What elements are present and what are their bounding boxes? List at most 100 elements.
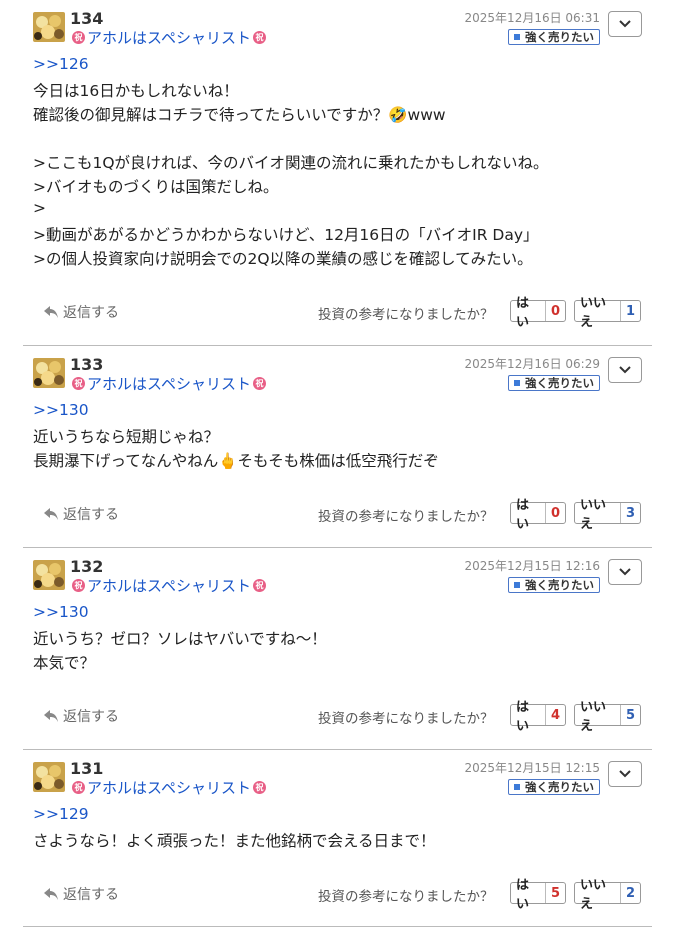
post-divider [23, 345, 652, 346]
post-menu-button[interactable] [608, 559, 642, 585]
helpful-question: 投資の参考になりましたか？ [318, 889, 494, 905]
avatar[interactable] [33, 762, 65, 792]
avatar[interactable] [33, 358, 65, 388]
stance-badge: 強く売りたい [508, 29, 600, 45]
body-line: >の個人投資家向け説明会での2Q以降の業績の感じを確認してみたい。 [33, 250, 533, 268]
body-line: 本気で？ [33, 654, 96, 672]
post-menu-button[interactable] [608, 761, 642, 787]
vote-yes-button[interactable]: はい 0 [510, 498, 566, 532]
celebrate-icon: 祝 [252, 31, 266, 44]
body-line: 近いうち？ゼロ？ソレはヤバいですね～！ [33, 630, 327, 648]
vote-yes-count: 0 [550, 505, 560, 521]
anchor-link[interactable]: >>130 [33, 401, 89, 419]
stance-label: 強く売りたい [525, 578, 594, 592]
stance-badge: 強く売りたい [508, 779, 600, 795]
reply-label: 返信する [63, 507, 119, 523]
avatar[interactable] [33, 12, 65, 42]
post-menu-button[interactable] [608, 357, 642, 383]
post-date: 2025年12月15日 12:15 [464, 761, 600, 775]
author-name[interactable]: アホルはスペシャリスト [87, 575, 251, 596]
vote-no-label: いいえ [575, 498, 621, 532]
avatar[interactable] [33, 560, 65, 590]
vote-yes-count: 0 [550, 303, 560, 319]
body-line: 長期瀑下げってなんやねん🖕そもそも株価は低空飛行だぞ [33, 452, 439, 470]
stance-dot-icon [514, 380, 520, 386]
post-date: 2025年12月16日 06:31 [464, 11, 600, 25]
reply-arrow-icon [44, 508, 58, 520]
chevron-down-icon [619, 366, 631, 374]
chevron-down-icon [619, 20, 631, 28]
stance-badge: 強く売りたい [508, 375, 600, 391]
anchor-link[interactable]: >>129 [33, 805, 89, 823]
body-line: 確認後の御見解はコチラで待ってたらいいですか？🤣www [33, 106, 446, 124]
post-number: 131 [70, 759, 104, 778]
vote-no-label: いいえ [575, 700, 621, 734]
reply-arrow-icon [44, 888, 58, 900]
anchor-link[interactable]: >>126 [33, 55, 89, 73]
vote-no-count: 5 [625, 707, 635, 723]
reply-label: 返信する [63, 709, 119, 725]
author-link[interactable]: 祝 アホルはスペシャリスト 祝 [72, 575, 266, 596]
celebrate-icon: 祝 [252, 377, 266, 390]
vote-no-button[interactable]: いいえ 3 [574, 498, 641, 532]
post-number: 133 [70, 355, 104, 374]
vote-yes-count: 4 [550, 707, 560, 723]
reply-button[interactable]: 返信する [43, 504, 119, 524]
vote-no-count: 3 [625, 505, 635, 521]
stance-label: 強く売りたい [525, 376, 594, 390]
author-link[interactable]: 祝 アホルはスペシャリスト 祝 [72, 27, 266, 48]
vote-yes-button[interactable]: はい 5 [510, 878, 566, 912]
body-line: 今日は16日かもしれないね！ [33, 82, 239, 100]
post-divider [23, 547, 652, 548]
celebrate-icon: 祝 [72, 579, 85, 592]
author-link[interactable]: 祝 アホルはスペシャリスト 祝 [72, 777, 266, 798]
vote-no-button[interactable]: いいえ 1 [574, 296, 641, 330]
post-menu-button[interactable] [608, 11, 642, 37]
stance-dot-icon [514, 784, 520, 790]
anchor-link[interactable]: >>130 [33, 603, 89, 621]
reply-arrow-icon [44, 306, 58, 318]
author-name[interactable]: アホルはスペシャリスト [87, 373, 251, 394]
vote-no-label: いいえ [575, 296, 621, 330]
vote-yes-button[interactable]: はい 4 [510, 700, 566, 734]
post-number: 132 [70, 557, 104, 576]
vote-yes-button[interactable]: はい 0 [510, 296, 566, 330]
post-date: 2025年12月16日 06:29 [464, 357, 600, 371]
author-name[interactable]: アホルはスペシャリスト [87, 27, 251, 48]
vote-yes-label: はい [511, 878, 546, 912]
celebrate-icon: 祝 [252, 579, 266, 592]
vote-yes-label: はい [511, 700, 546, 734]
post-divider [23, 926, 652, 927]
celebrate-icon: 祝 [72, 377, 85, 390]
vote-yes-label: はい [511, 498, 546, 532]
body-line: >ここも1Qが良ければ、今のバイオ関連の流れに乗れたかもしれないね。 [33, 154, 549, 172]
post-number: 134 [70, 9, 104, 28]
vote-no-count: 2 [625, 885, 635, 901]
vote-yes-label: はい [511, 296, 546, 330]
body-line: > [33, 199, 46, 217]
body-line: >動画があがるかどうかわからないけど、12月16日の「バイオIR Day」 [33, 226, 539, 244]
reply-label: 返信する [63, 887, 119, 903]
stance-dot-icon [514, 34, 520, 40]
chevron-down-icon [619, 770, 631, 778]
post-date: 2025年12月15日 12:16 [464, 559, 600, 573]
reply-label: 返信する [63, 305, 119, 321]
stance-label: 強く売りたい [525, 780, 594, 794]
helpful-question: 投資の参考になりましたか？ [318, 711, 494, 727]
reply-arrow-icon [44, 710, 58, 722]
celebrate-icon: 祝 [72, 31, 85, 44]
vote-no-button[interactable]: いいえ 2 [574, 878, 641, 912]
helpful-question: 投資の参考になりましたか？ [318, 307, 494, 323]
chevron-down-icon [619, 568, 631, 576]
author-link[interactable]: 祝 アホルはスペシャリスト 祝 [72, 373, 266, 394]
stance-label: 強く売りたい [525, 30, 594, 44]
reply-button[interactable]: 返信する [43, 706, 119, 726]
vote-no-button[interactable]: いいえ 5 [574, 700, 641, 734]
vote-no-label: いいえ [575, 878, 621, 912]
helpful-question: 投資の参考になりましたか？ [318, 509, 494, 525]
reply-button[interactable]: 返信する [43, 884, 119, 904]
author-name[interactable]: アホルはスペシャリスト [87, 777, 251, 798]
stance-dot-icon [514, 582, 520, 588]
body-line: さようなら！よく頑張った！また他銘柄で会える日まで！ [33, 832, 436, 850]
reply-button[interactable]: 返信する [43, 302, 119, 322]
